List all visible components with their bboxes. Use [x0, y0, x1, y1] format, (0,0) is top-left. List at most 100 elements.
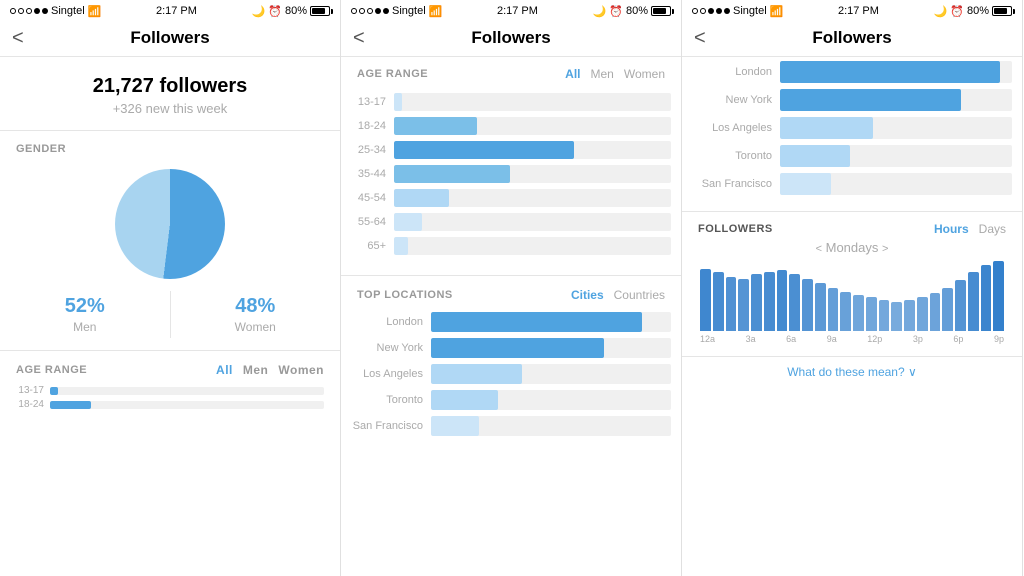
hour-bar-7: [789, 274, 800, 331]
age-filter-all-1[interactable]: All: [216, 363, 233, 377]
men-label: Men: [0, 320, 170, 334]
women-pct: 48%: [171, 295, 341, 318]
hour-bar-4: [751, 274, 762, 331]
followers-section: FOLLOWERS Hours Days < Mondays > 12a 3a …: [682, 212, 1022, 350]
status-bar-2: Singtel 📶 2:17 PM 🌙 ⏰ 80%: [341, 0, 681, 22]
loc-london: London: [351, 312, 671, 332]
bar-1317: 13-17: [351, 93, 671, 111]
prev-day-chevron[interactable]: <: [816, 243, 822, 255]
hour-bar-23: [993, 261, 1004, 331]
location-bars: London New York Los Angeles Toronto San …: [341, 308, 681, 436]
back-button-1[interactable]: <: [12, 27, 24, 50]
day-navigation: < Mondays >: [698, 240, 1006, 255]
moon-icon-3: 🌙: [934, 5, 948, 18]
battery-icon-1: [310, 6, 330, 16]
age-filter-women-1[interactable]: Women: [278, 363, 324, 377]
age-bar-chart: 13-17 18-24 25-34 35-44 45-54 55-64: [341, 87, 681, 276]
hour-bar-22: [981, 265, 992, 331]
hour-bar-11: [840, 292, 851, 331]
day-name: Mondays: [826, 240, 882, 255]
hour-bar-0: [700, 269, 711, 331]
page-title-3: Followers: [696, 28, 1008, 48]
hour-bar-13: [866, 297, 877, 331]
hour-bar-20: [955, 280, 966, 331]
hour-bar-2: [726, 277, 737, 331]
age-filter-1[interactable]: All Men Women: [216, 363, 324, 377]
men-pct: 52%: [0, 295, 170, 318]
filter-women-2[interactable]: Women: [624, 67, 665, 81]
filter-men-2[interactable]: Men: [591, 67, 614, 81]
loc-filter[interactable]: Cities Countries: [571, 288, 665, 302]
moon-icon: 🌙: [252, 5, 266, 18]
city-sanfrancisco: San Francisco: [692, 173, 1012, 195]
panel2-content: AGE RANGE All Men Women 13-17 18-24 25-3…: [341, 57, 681, 576]
gender-label: GENDER: [0, 131, 340, 161]
hour-bar-14: [879, 300, 890, 332]
page-title-1: Followers: [14, 28, 326, 48]
age-range-label-2: AGE RANGE: [357, 68, 428, 80]
mini-bar-1317: 13-17: [16, 385, 324, 396]
hour-bar-15: [891, 302, 902, 331]
back-button-2[interactable]: <: [353, 27, 365, 50]
top-cities-chart: London New York Los Angeles Toronto San …: [682, 57, 1022, 212]
filter-days[interactable]: Days: [979, 222, 1006, 236]
loc-sanfrancisco: San Francisco: [351, 416, 671, 436]
header-1: < Followers: [0, 22, 340, 57]
bar-track-1824: [50, 401, 324, 409]
age-filter-men-1[interactable]: Men: [243, 363, 269, 377]
wifi-icon-3: 📶: [770, 5, 784, 18]
signal-icon: [10, 8, 48, 14]
panel3-content: London New York Los Angeles Toronto San …: [682, 57, 1022, 576]
filter-cities[interactable]: Cities: [571, 288, 604, 302]
hour-bar-16: [904, 300, 915, 332]
battery-label-3: 80%: [967, 5, 989, 17]
what-mean-link[interactable]: What do these mean? ∨: [682, 356, 1022, 387]
gender-men: 52% Men: [0, 291, 171, 338]
gender-stats: 52% Men 48% Women: [0, 291, 340, 338]
city-newyork: New York: [692, 89, 1012, 111]
battery-label-2: 80%: [626, 5, 648, 17]
battery-icon-2: [651, 6, 671, 16]
bar-track-1317: [50, 387, 324, 395]
hour-bar-6: [777, 270, 788, 331]
hour-bar-8: [802, 279, 813, 331]
alarm-icon-3: ⏰: [950, 5, 964, 18]
filter-countries[interactable]: Countries: [614, 288, 665, 302]
gender-section: 52% Men 48% Women: [0, 161, 340, 351]
header-3: < Followers: [682, 22, 1022, 57]
women-label: Women: [171, 320, 341, 334]
loc-toronto: Toronto: [351, 390, 671, 410]
carrier-3: Singtel: [733, 5, 767, 17]
back-button-3[interactable]: <: [694, 27, 706, 50]
battery-icon-3: [992, 6, 1012, 16]
hour-bar-21: [968, 272, 979, 331]
bar-3544: 35-44: [351, 165, 671, 183]
status-right-2: 🌙 ⏰ 80%: [593, 5, 671, 18]
bar-4554: 45-54: [351, 189, 671, 207]
hour-bar-chart: [698, 261, 1006, 331]
followers-new: +326 new this week: [0, 101, 340, 116]
age-label-1: AGE RANGE All Men Women: [0, 351, 340, 381]
battery-label-1: 80%: [285, 5, 307, 17]
filter-hours[interactable]: Hours: [934, 222, 969, 236]
hour-bar-18: [930, 293, 941, 332]
time-1: 2:17 PM: [156, 5, 197, 17]
top-locations-label: TOP LOCATIONS: [357, 289, 453, 301]
city-london: London: [692, 61, 1012, 83]
status-left-3: Singtel 📶: [692, 5, 783, 18]
city-toronto: Toronto: [692, 145, 1012, 167]
status-right-3: 🌙 ⏰ 80%: [934, 5, 1012, 18]
signal-icon-3: [692, 8, 730, 14]
followers-section-header: FOLLOWERS Hours Days: [698, 222, 1006, 236]
followers-sec-label: FOLLOWERS: [698, 223, 773, 235]
age-filter-group-2[interactable]: All Men Women: [565, 67, 665, 81]
next-day-chevron[interactable]: >: [882, 243, 888, 255]
status-bar-3: Singtel 📶 2:17 PM 🌙 ⏰ 80%: [682, 0, 1022, 22]
status-left-2: Singtel 📶: [351, 5, 442, 18]
filter-all-2[interactable]: All: [565, 67, 580, 81]
gender-pie-chart: [115, 169, 225, 279]
hour-bar-10: [828, 288, 839, 331]
time-filter[interactable]: Hours Days: [934, 222, 1006, 236]
hour-bar-19: [942, 288, 953, 331]
carrier-2: Singtel: [392, 5, 426, 17]
